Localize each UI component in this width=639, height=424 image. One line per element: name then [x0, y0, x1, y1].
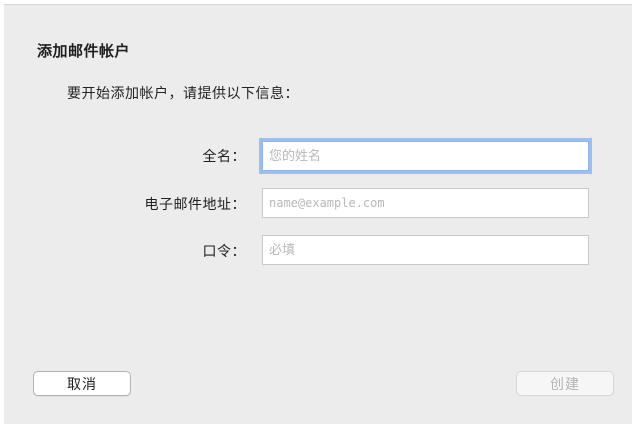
- email-label: 电子邮件地址：: [144, 197, 246, 213]
- email-input[interactable]: [262, 188, 589, 218]
- dialog-title: 添加邮件帐户: [37, 42, 131, 60]
- cancel-button[interactable]: 取消: [33, 371, 131, 396]
- fullname-label: 全名：: [202, 149, 246, 165]
- dialog-subtitle: 要开始添加帐户，请提供以下信息：: [67, 86, 299, 102]
- create-button[interactable]: 创建: [516, 371, 614, 396]
- password-input[interactable]: [262, 235, 589, 265]
- fullname-input[interactable]: [262, 141, 589, 171]
- add-mail-account-dialog: 添加邮件帐户 要开始添加帐户，请提供以下信息： 全名： 电子邮件地址： 口令： …: [4, 4, 632, 424]
- password-label: 口令：: [202, 244, 246, 260]
